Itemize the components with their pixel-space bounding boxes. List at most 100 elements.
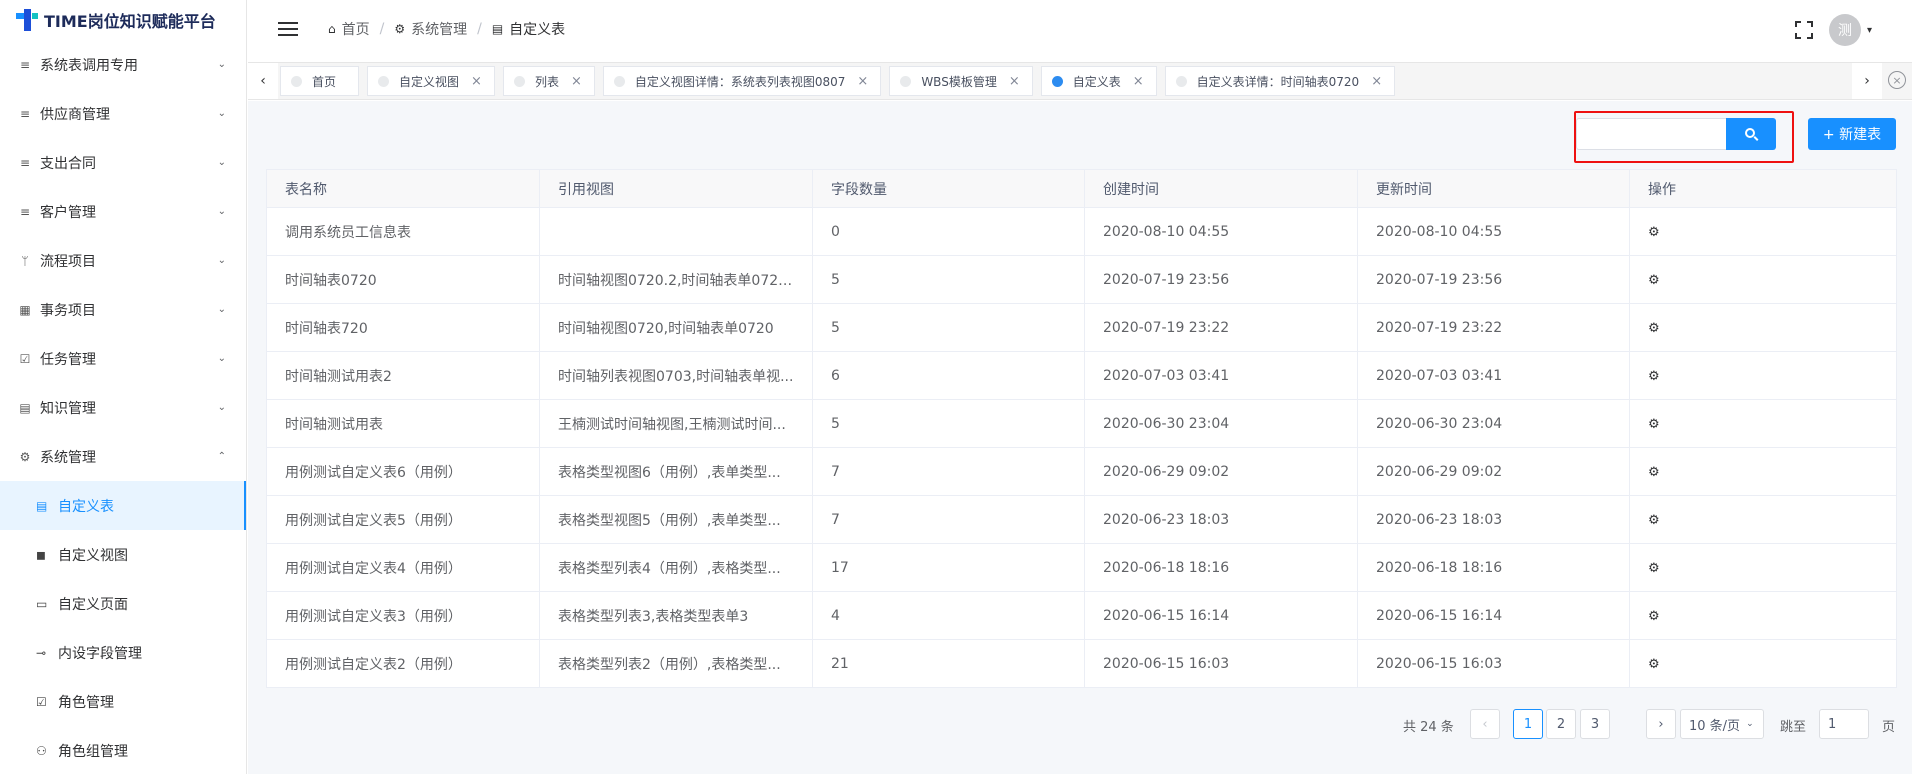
sidebar-subitem[interactable]: ▤ 自定义表 <box>0 481 246 530</box>
table-row: 时间轴测试用表2 时间轴列表视图0703,时间轴表单视... 6 2020-07-03… <box>266 351 1897 400</box>
prev-page-button[interactable]: ‹ <box>1470 709 1500 739</box>
table-cell-views: 表格类型视图6（用例）,表单类型... <box>539 447 813 496</box>
close-icon[interactable]: × <box>571 74 582 89</box>
sidebar-subitem[interactable]: ⊸ 内设字段管理 <box>0 628 246 677</box>
gear-icon[interactable]: ⚙ <box>1648 321 1660 336</box>
page-number-button[interactable]: 3 <box>1580 709 1610 739</box>
tags-list: 首页 自定义视图 × 列表 × 自定义视图详情：系统表列表视图0807 × WBS模板管理 × 自… <box>280 66 1403 96</box>
close-icon[interactable]: × <box>1009 74 1020 89</box>
close-all-tags-icon[interactable]: × <box>1888 71 1906 89</box>
table-cell-actions: ⚙ <box>1629 303 1897 352</box>
chevron-icon: ⌄ <box>217 108 226 119</box>
search-button[interactable] <box>1726 118 1776 150</box>
column-header: 更新时间 <box>1357 169 1630 208</box>
new-table-button[interactable]: + 新建表 <box>1808 118 1896 150</box>
gear-icon[interactable]: ⚙ <box>1648 561 1660 576</box>
tab-tag[interactable]: 首页 <box>280 66 360 96</box>
tab-tag[interactable]: 自定义视图 × <box>367 66 495 96</box>
status-dot-icon <box>1051 75 1063 87</box>
pagination: 共 24 条 ‹ 123 › 10 条/页 ⌄ 跳至 页 <box>248 709 1912 741</box>
gear-icon[interactable]: ⚙ <box>1648 609 1660 624</box>
table-row: 用例测试自定义表3（用例） 表格类型列表3,表格类型表单3 4 2020-06-15 … <box>266 591 1897 640</box>
page-number-button[interactable]: 2 <box>1546 709 1576 739</box>
tab-tag[interactable]: 自定义表 × <box>1040 66 1157 96</box>
close-icon[interactable]: × <box>1133 74 1144 89</box>
close-icon[interactable]: × <box>857 74 868 89</box>
gear-icon[interactable]: ⚙ <box>1648 369 1660 384</box>
table-cell-views: 王楠测试时间轴视图,王楠测试时间... <box>539 399 813 448</box>
sidebar-subitem[interactable]: ▭ 自定义页面 <box>0 579 246 628</box>
pagination-total: 共 24 条 <box>1403 720 1454 735</box>
table-header-row: 表名称 引用视图 字段数量 创建时间 更新时间 操作 <box>266 169 1897 208</box>
close-icon[interactable]: × <box>1371 74 1382 89</box>
avatar[interactable]: 测 <box>1828 14 1861 46</box>
breadcrumb-item[interactable]: ⌂ 首页 <box>328 19 370 39</box>
list-icon: ≡ <box>19 155 31 170</box>
breadcrumb-separator: / <box>379 21 385 37</box>
caret-down-icon[interactable]: ▾ <box>1867 25 1872 36</box>
sidebar-subitem[interactable]: ◼ 自定义视图 <box>0 530 246 579</box>
table-cell-views: 表格类型视图5（用例）,表单类型... <box>539 495 813 544</box>
table-cell-actions: ⚙ <box>1629 639 1897 688</box>
table-cell-actions: ⚙ <box>1629 255 1897 304</box>
sidebar-subitem-label: 角色管理 <box>58 694 114 711</box>
app-logo[interactable]: TIME岗位知识赋能平台 <box>0 0 246 40</box>
sidebar-item[interactable]: ▦ 事务项目 ⌄ <box>0 285 246 334</box>
table-row: 用例测试自定义表6（用例） 表格类型视图6（用例）,表单类型... 7 2020-06… <box>266 447 1897 496</box>
sidebar-item[interactable]: ☑ 任务管理 ⌄ <box>0 334 246 383</box>
gear-icon[interactable]: ⚙ <box>1648 225 1660 240</box>
table-cell-created: 2020-06-30 23:04 <box>1084 399 1358 448</box>
search-input[interactable] <box>1576 118 1726 150</box>
gear-icon[interactable]: ⚙ <box>1648 657 1660 672</box>
table-cell-count: 0 <box>812 207 1085 256</box>
tab-tag[interactable]: 自定义表详情：时间轴表0720 × <box>1164 66 1396 96</box>
copy-icon: ◼ <box>36 547 46 562</box>
sidebar-item[interactable]: ≡ 系统表调用专用 ⌄ <box>0 40 246 89</box>
table-cell-created: 2020-07-19 23:22 <box>1084 303 1358 352</box>
page-number-button[interactable]: 1 <box>1513 709 1543 739</box>
table-row: 用例测试自定义表4（用例） 表格类型列表4（用例）,表格类型... 17 2020-0… <box>266 543 1897 592</box>
tab-tag[interactable]: WBS模板管理 × <box>889 66 1033 96</box>
page-size-select[interactable]: 10 条/页 ⌄ <box>1680 709 1764 739</box>
chevron-icon: ⌄ <box>217 304 226 315</box>
table-cell-views <box>539 207 813 256</box>
chevron-icon: ⌃ <box>217 451 226 462</box>
table-cell-count: 7 <box>812 495 1085 544</box>
hamburger-icon[interactable] <box>278 18 298 40</box>
sidebar-item-label: 事务项目 <box>40 302 96 319</box>
tags-scroll-right-button[interactable]: › <box>1852 63 1882 99</box>
sidebar-subitem[interactable]: ☑ 角色管理 <box>0 677 246 726</box>
sidebar-subitem[interactable]: ⚇ 角色组管理 <box>0 726 246 774</box>
sidebar-item[interactable]: ⚙ 系统管理 ⌃ <box>0 432 246 481</box>
sidebar-item[interactable]: ≡ 支出合同 ⌄ <box>0 138 246 187</box>
table-cell-updated: 2020-06-15 16:14 <box>1357 591 1630 640</box>
fullscreen-icon[interactable] <box>1794 21 1813 39</box>
jump-page-input[interactable] <box>1819 709 1869 739</box>
chevron-icon: ⌄ <box>217 157 226 168</box>
sidebar-item[interactable]: ᛘ 流程项目 ⌄ <box>0 236 246 285</box>
tab-tag[interactable]: 列表 × <box>502 66 595 96</box>
column-header: 字段数量 <box>812 169 1085 208</box>
close-icon[interactable]: × <box>471 74 482 89</box>
table-cell-updated: 2020-06-30 23:04 <box>1357 399 1630 448</box>
table-cell-name: 用例测试自定义表4（用例） <box>266 543 540 592</box>
sidebar-item-label: 知识管理 <box>40 400 96 417</box>
sidebar-item[interactable]: ≡ 供应商管理 ⌄ <box>0 89 246 138</box>
breadcrumb-item[interactable]: ⚙ 系统管理 <box>394 19 467 39</box>
table-cell-count: 6 <box>812 351 1085 400</box>
tab-tag[interactable]: 自定义视图详情：系统表列表视图0807 × <box>602 66 882 96</box>
gear-icon[interactable]: ⚙ <box>1648 273 1660 288</box>
tab-tag-label: 自定义视图 <box>399 74 460 89</box>
sidebar-item[interactable]: ▤ 知识管理 ⌄ <box>0 383 246 432</box>
gear-icon[interactable]: ⚙ <box>1648 417 1660 432</box>
next-page-button[interactable]: › <box>1646 709 1676 739</box>
table-cell-name: 用例测试自定义表2（用例） <box>266 639 540 688</box>
table-cell-count: 5 <box>812 303 1085 352</box>
gear-icon[interactable]: ⚙ <box>1648 513 1660 528</box>
column-header: 操作 <box>1629 169 1897 208</box>
table-cell-actions: ⚙ <box>1629 543 1897 592</box>
tags-scroll-left-button[interactable]: ‹ <box>248 63 278 99</box>
sidebar-item[interactable]: ≡ 客户管理 ⌄ <box>0 187 246 236</box>
gear-icon[interactable]: ⚙ <box>1648 465 1660 480</box>
search-box <box>1576 118 1776 150</box>
